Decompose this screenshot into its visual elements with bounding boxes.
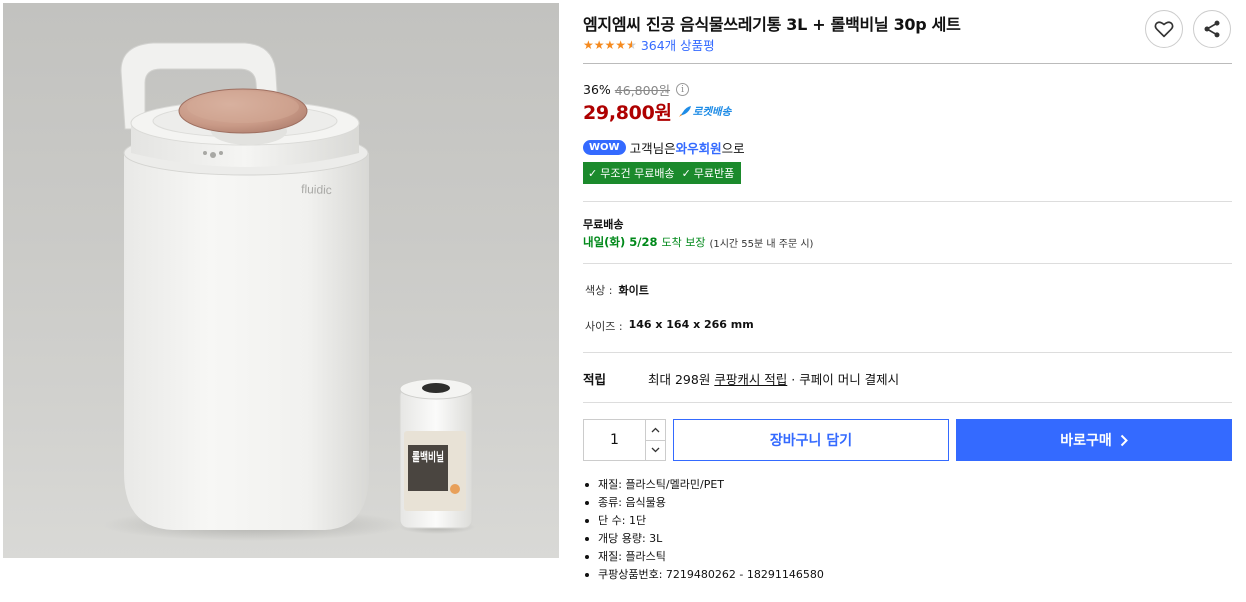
star-icon: ★	[604, 37, 616, 52]
quantity-stepper[interactable]	[583, 419, 666, 461]
benefit-free-return: 무료반품	[693, 167, 735, 180]
points-row: 적립 최대 298원 쿠팡캐시 적립 · 쿠페이 머니 결제시	[583, 369, 899, 388]
check-icon: ✓	[681, 166, 691, 180]
check-icon: ✓	[588, 166, 598, 180]
add-to-cart-button[interactable]: 장바구니 담기	[673, 419, 949, 461]
benefit-free-shipping: 무조건 무료배송	[600, 167, 675, 180]
heart-icon	[1154, 21, 1174, 38]
delivery-guarantee: 도착 보장	[661, 236, 706, 249]
option-color: 색상 : 화이트	[585, 282, 649, 298]
chevron-up-icon	[651, 427, 660, 433]
rating-row[interactable]: ★ ★ ★ ★ ★ 364개 상품평	[583, 35, 715, 54]
spec-item: 쿠팡상품번호: 7219480262 - 18291146580	[585, 566, 824, 584]
spec-item: 개당 용량: 3L	[585, 530, 824, 548]
info-icon[interactable]: i	[676, 83, 690, 96]
delivery-row: 내일(화) 5/28 도착 보장 (1시간 55분 내 주문 시)	[583, 234, 813, 250]
share-icon	[1204, 20, 1220, 38]
delivery-date: 내일(화) 5/28	[583, 235, 658, 249]
shipping-label: 무료배송	[583, 218, 624, 231]
product-title: 엠지엠씨 진공 음식물쓰레기통 3L + 롤백비닐 30p 세트	[583, 15, 961, 34]
roll-label: 롤백비닐	[412, 449, 444, 464]
original-price: 46,800원	[614, 83, 671, 98]
option-size: 사이즈 : 146 x 164 x 266 mm	[585, 318, 754, 334]
product-photo-illustration: fluidic 롤백비닐	[103, 42, 475, 541]
points-text-prefix: 최대 298원	[648, 372, 715, 387]
rocket-icon	[678, 106, 691, 117]
points-label: 적립	[583, 372, 607, 387]
points-text-suffix: · 쿠페이 머니 결제시	[787, 372, 900, 387]
spec-item: 단 수: 1단	[585, 512, 824, 530]
quantity-input[interactable]	[584, 420, 645, 460]
buy-now-label: 바로구매	[1060, 433, 1112, 449]
discount-rate: 36%	[583, 82, 611, 97]
discount-row: 36% 46,800원 i	[583, 80, 690, 99]
membership-text-prefix: 고객님은	[629, 141, 676, 156]
divider	[583, 201, 1232, 202]
chevron-right-icon	[1120, 434, 1128, 446]
order-cutoff-note: (1시간 55분 내 주문 시)	[709, 238, 814, 250]
divider	[583, 263, 1232, 264]
divider	[583, 402, 1232, 403]
option-value: 146 x 164 x 266 mm	[628, 318, 754, 331]
half-star-icon: ★	[626, 37, 637, 52]
brand-imprint: fluidic	[301, 182, 332, 197]
membership-text-suffix: 으로	[721, 141, 745, 156]
membership-row: WOW 고객님은 와우회원 으로	[583, 138, 745, 157]
spec-item: 종류: 음식물용	[585, 494, 824, 512]
star-icon: ★	[615, 37, 627, 52]
star-rating: ★ ★ ★ ★ ★	[583, 38, 637, 52]
spec-item: 재질: 플라스틱	[585, 548, 824, 566]
rocket-label: 로켓배송	[692, 106, 732, 118]
price-row: 29,800원 로켓배송	[583, 98, 731, 125]
review-count-link[interactable]: 364개 상품평	[641, 35, 715, 54]
spec-list: 재질: 플라스틱/멜라민/PET 종류: 음식물용 단 수: 1단 개당 용량:…	[585, 476, 824, 584]
wow-member-link[interactable]: 와우회원	[676, 138, 722, 157]
wishlist-button[interactable]	[1145, 10, 1183, 48]
sale-price: 29,800원	[583, 102, 672, 124]
coupang-cash-link[interactable]: 쿠팡캐시 적립	[714, 369, 787, 388]
divider	[583, 352, 1232, 353]
quantity-decrease-button[interactable]	[646, 441, 665, 461]
option-key: 색상 :	[585, 284, 613, 297]
chevron-down-icon	[651, 447, 660, 453]
buy-now-button[interactable]: 바로구매	[956, 419, 1232, 461]
star-icon: ★	[593, 37, 605, 52]
wow-benefits-box: ✓ 무조건 무료배송 ✓ 무료반품	[583, 162, 742, 184]
star-icon: ★	[583, 37, 594, 52]
rocket-delivery-badge: 로켓배송	[678, 104, 732, 119]
divider	[583, 63, 1232, 64]
quantity-increase-button[interactable]	[646, 420, 665, 441]
option-value: 화이트	[618, 284, 649, 297]
spec-item: 재질: 플라스틱/멜라민/PET	[585, 476, 824, 494]
product-image: fluidic 롤백비닐	[3, 3, 559, 558]
option-key: 사이즈 :	[585, 320, 623, 333]
share-button[interactable]	[1193, 10, 1231, 48]
wow-badge: WOW	[583, 140, 626, 155]
quantity-arrows	[645, 420, 665, 460]
